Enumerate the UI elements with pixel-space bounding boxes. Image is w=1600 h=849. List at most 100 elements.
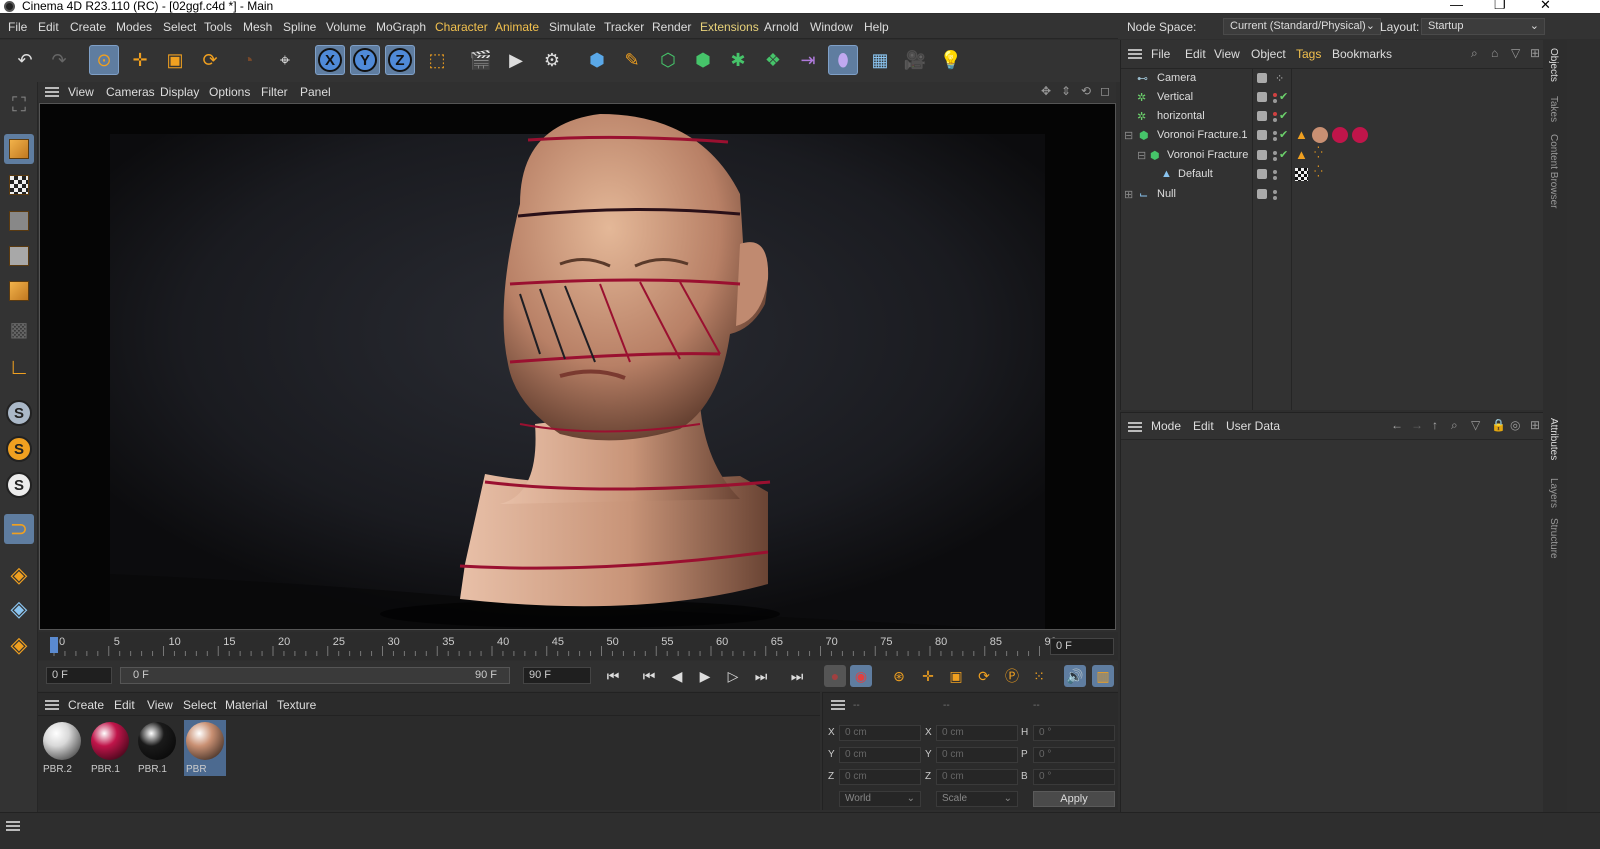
layout-dropdown[interactable]: Startup ⌄ bbox=[1421, 18, 1545, 35]
obj-menu-view[interactable]: View bbox=[1214, 47, 1240, 61]
enabled-check-icon[interactable]: ✔ bbox=[1279, 109, 1288, 122]
tab-content-browser[interactable]: Content Browser bbox=[1548, 134, 1559, 208]
editor-visibility-toggle[interactable] bbox=[1257, 189, 1267, 199]
lock-icon[interactable]: 🔒 bbox=[1491, 418, 1506, 432]
search-icon[interactable]: ⌕ bbox=[1451, 418, 1458, 433]
recent-tool-icon[interactable]: ◔ bbox=[233, 45, 263, 75]
mat-menu-select[interactable]: Select bbox=[183, 698, 216, 712]
editor-visibility-toggle[interactable] bbox=[1257, 111, 1267, 121]
object-row-voronoi-fracture[interactable]: ⊟ ⬢ Voronoi Fracture ✔ ▲ ⁛ bbox=[1121, 146, 1544, 165]
viewport-menu-cameras[interactable]: Cameras bbox=[106, 85, 155, 99]
soft-selection-icon[interactable]: S bbox=[4, 470, 34, 500]
key-scale-icon[interactable]: ▣ bbox=[945, 665, 967, 687]
select-tool-icon[interactable]: ⌖ bbox=[270, 45, 300, 75]
cloner-icon[interactable]: ✱ bbox=[723, 45, 753, 75]
expand-icon[interactable]: ⊞ bbox=[1124, 188, 1133, 201]
new-window-icon[interactable]: ⊞ bbox=[1530, 46, 1540, 60]
magnet-icon[interactable]: ⊃ bbox=[4, 514, 34, 544]
enabled-check-icon[interactable]: ✔ bbox=[1279, 90, 1288, 103]
render-settings-icon[interactable]: ⚙ bbox=[537, 45, 567, 75]
timeline-ruler[interactable]: 051015202530354045505560657075808590 0 F bbox=[38, 632, 1118, 660]
snap-enable-icon[interactable]: S bbox=[4, 398, 34, 428]
autokey-icon[interactable]: ◉ bbox=[850, 665, 872, 687]
deformer-icon[interactable]: ⇥ bbox=[793, 45, 823, 75]
make-editable-icon[interactable]: ⛶ bbox=[4, 90, 34, 120]
axis-mode-icon[interactable]: ∟ bbox=[4, 352, 34, 382]
redo-icon[interactable]: ↷ bbox=[44, 45, 74, 75]
menu-help[interactable]: Help bbox=[864, 20, 889, 34]
position-y-field[interactable]: 0 cm bbox=[839, 747, 921, 763]
tab-attributes[interactable]: Attributes bbox=[1548, 418, 1559, 460]
floor-icon[interactable]: ▦ bbox=[865, 45, 895, 75]
tab-objects[interactable]: Objects bbox=[1548, 48, 1559, 82]
menu-tracker[interactable]: Tracker bbox=[604, 20, 644, 34]
material-swatch[interactable]: PBR.1 bbox=[136, 720, 178, 776]
previous-key-icon[interactable]: ⏮ bbox=[638, 665, 660, 687]
current-frame-field[interactable]: 0 F bbox=[1050, 638, 1114, 655]
key-position-icon[interactable]: ✛ bbox=[917, 665, 939, 687]
new-window-icon[interactable]: ⊞ bbox=[1530, 418, 1540, 432]
coord-space-dropdown[interactable]: World ⌄ bbox=[839, 791, 921, 807]
material-swatch[interactable]: PBR.1 bbox=[89, 720, 131, 776]
polygons-mode-icon[interactable] bbox=[4, 276, 34, 306]
collapse-icon[interactable]: ⊟ bbox=[1124, 129, 1133, 142]
editor-visibility-toggle[interactable] bbox=[1257, 130, 1267, 140]
menu-window[interactable]: Window bbox=[810, 20, 853, 34]
coord-mode-dropdown[interactable]: Scale ⌄ bbox=[936, 791, 1018, 807]
menu-tools[interactable]: Tools bbox=[204, 20, 232, 34]
viewport-menu-view[interactable]: View bbox=[68, 85, 94, 99]
menu-render[interactable]: Render bbox=[652, 20, 691, 34]
hamburger-icon[interactable] bbox=[45, 87, 59, 97]
node-space-dropdown[interactable]: Current (Standard/Physical) ⌄ bbox=[1223, 18, 1381, 35]
viewport-menu-options[interactable]: Options bbox=[209, 85, 250, 99]
object-row-vertical[interactable]: ✲ Vertical ✔ bbox=[1121, 88, 1544, 107]
position-x-field[interactable]: 0 cm bbox=[839, 725, 921, 741]
start-frame-field[interactable]: 0 F bbox=[46, 667, 112, 684]
go-to-end-icon[interactable]: ⏭ bbox=[786, 665, 808, 687]
cube-object-icon[interactable]: ⬢ bbox=[582, 45, 612, 75]
obj-menu-object[interactable]: Object bbox=[1251, 47, 1286, 61]
material-swatch[interactable]: PBR.2 bbox=[41, 720, 83, 776]
camera-tag-icon[interactable]: ⁘ bbox=[1275, 72, 1284, 85]
move-tool-icon[interactable]: ✛ bbox=[125, 45, 155, 75]
attr-menu-user-data[interactable]: User Data bbox=[1226, 419, 1280, 433]
obj-menu-tags[interactable]: Tags bbox=[1296, 47, 1321, 61]
editor-visibility-toggle[interactable] bbox=[1257, 92, 1267, 102]
x-axis-button[interactable]: X bbox=[315, 45, 345, 75]
preview-range-slider[interactable]: 0 F 90 F bbox=[120, 667, 510, 684]
filter-icon[interactable]: ▽ bbox=[1511, 46, 1520, 60]
enabled-check-icon[interactable]: ✔ bbox=[1279, 148, 1288, 161]
size-z-field[interactable]: 0 cm bbox=[936, 769, 1018, 785]
key-pla-icon[interactable]: ⁙ bbox=[1028, 665, 1050, 687]
rotation-h-field[interactable]: 0 ° bbox=[1033, 725, 1115, 741]
object-row-camera[interactable]: ⊷ Camera ⁘ bbox=[1121, 69, 1544, 88]
back-arrow-icon[interactable]: ← bbox=[1391, 418, 1403, 432]
obj-menu-edit[interactable]: Edit bbox=[1185, 47, 1206, 61]
film-strip-icon[interactable]: ▥ bbox=[1092, 665, 1114, 687]
menu-modes[interactable]: Modes bbox=[116, 20, 152, 34]
render-picture-viewer-icon[interactable]: ▶ bbox=[501, 45, 531, 75]
mat-menu-texture[interactable]: Texture bbox=[277, 698, 316, 712]
size-x-field[interactable]: 0 cm bbox=[936, 725, 1018, 741]
maximize-view-icon[interactable]: ◻ bbox=[1100, 84, 1110, 98]
camera-icon[interactable]: 🎥 bbox=[900, 45, 930, 75]
menu-character[interactable]: Character bbox=[435, 20, 488, 34]
undo-icon[interactable]: ↶ bbox=[10, 45, 40, 75]
menu-arnold[interactable]: Arnold bbox=[764, 20, 799, 34]
zoom-view-icon[interactable]: ⇕ bbox=[1061, 84, 1071, 98]
selection-tag-icon[interactable]: ⁛ bbox=[1314, 165, 1323, 178]
texture-mode-icon[interactable] bbox=[4, 170, 34, 200]
object-row-horizontal[interactable]: ✲ horizontal ✔ bbox=[1121, 107, 1544, 126]
uv-mode-icon[interactable]: ▩ bbox=[4, 314, 34, 344]
object-row-default[interactable]: ▲ Default ⁛ bbox=[1121, 165, 1544, 184]
up-arrow-icon[interactable]: ↑ bbox=[1432, 418, 1438, 432]
z-axis-button[interactable]: Z bbox=[385, 45, 415, 75]
editor-visibility-toggle[interactable] bbox=[1257, 150, 1267, 160]
hamburger-icon[interactable] bbox=[1128, 49, 1142, 59]
next-key-icon[interactable]: ⏭ bbox=[750, 665, 772, 687]
menu-animate[interactable]: Animate bbox=[495, 20, 539, 34]
material-tag-icon[interactable] bbox=[1352, 127, 1368, 143]
menu-spline[interactable]: Spline bbox=[283, 20, 316, 34]
rotation-p-field[interactable]: 0 ° bbox=[1033, 747, 1115, 763]
hamburger-icon[interactable] bbox=[6, 821, 20, 831]
